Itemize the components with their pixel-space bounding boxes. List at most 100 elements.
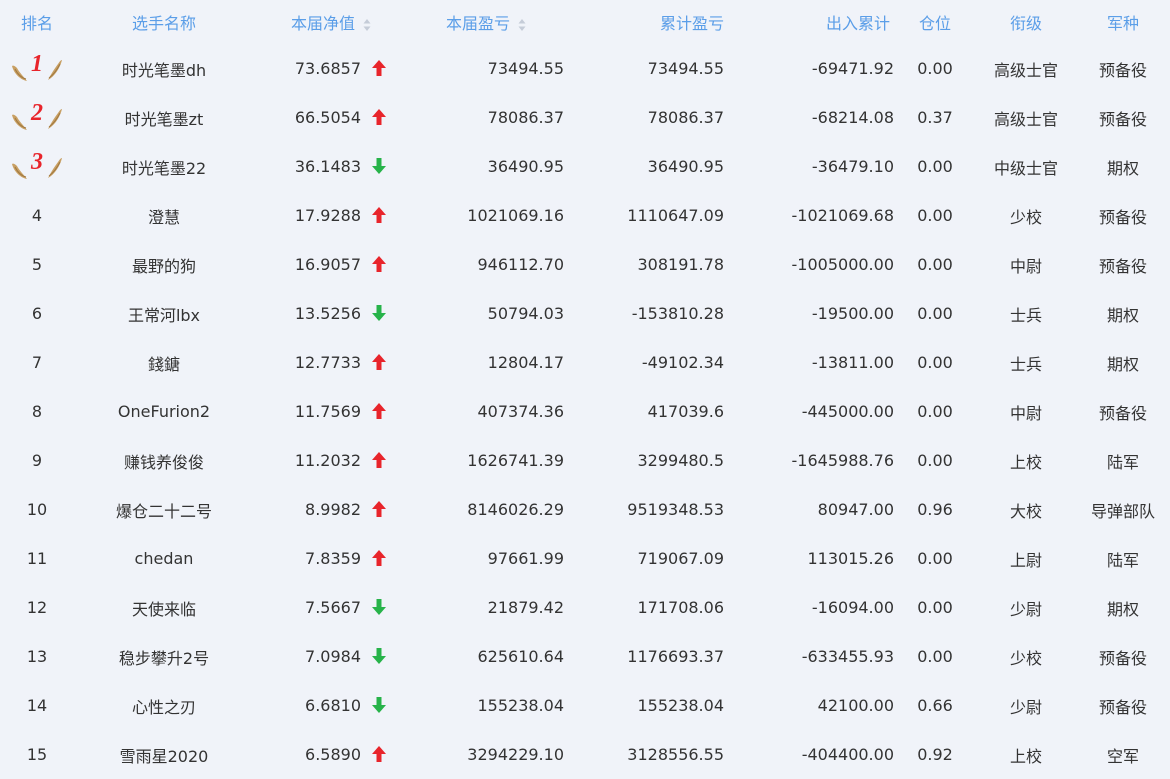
- cumulative-pnl: 417039.6: [564, 387, 724, 436]
- position: 0.00: [894, 387, 976, 436]
- player-name-text[interactable]: 澄慧: [148, 208, 180, 227]
- player-name-text[interactable]: 天使来临: [132, 600, 196, 619]
- table-row[interactable]: 6 王常河lbx 13.5256 50794.03 -153810.28 -19…: [0, 289, 1170, 338]
- grade-value: 高级士官: [993, 60, 1058, 80]
- cumulative-flow: -19500.00: [724, 289, 894, 338]
- position: 0.37: [894, 93, 976, 142]
- player-name-text[interactable]: 爆仓二十二号: [116, 502, 212, 521]
- header-net-value[interactable]: 本届净值: [254, 0, 414, 44]
- header-rank: 排名: [20, 14, 53, 33]
- player-name-text[interactable]: 时光笔墨zt: [125, 110, 204, 129]
- position-value: 0.96: [917, 500, 953, 519]
- player-name[interactable]: 最野的狗: [74, 240, 254, 289]
- player-name-text[interactable]: chedan: [135, 549, 194, 568]
- grade-value: 少尉: [1009, 599, 1042, 619]
- table-row[interactable]: 13 稳步攀升2号 7.0984 625610.64 1176693.37 -6…: [0, 632, 1170, 681]
- net-value: 13.5256: [294, 304, 361, 323]
- branch-value: 空军: [1106, 746, 1139, 766]
- player-name[interactable]: 心性之刃: [74, 681, 254, 730]
- table-row[interactable]: 15 雪雨星2020 6.5890 3294229.10 3128556.55 …: [0, 730, 1170, 779]
- cumulative-pnl: 73494.55: [564, 44, 724, 93]
- table-row[interactable]: 3 时光笔墨22 36.1483 36490.95 36490.95 -3647…: [0, 142, 1170, 191]
- grade-value: 高级士官: [993, 109, 1058, 129]
- header-current-pnl[interactable]: 本届盈亏: [414, 0, 564, 44]
- rank-number: 4: [31, 206, 43, 225]
- player-name-text[interactable]: 时光笔墨22: [122, 159, 206, 178]
- table-row[interactable]: 14 心性之刃 6.6810 155238.04 155238.04 42100…: [0, 681, 1170, 730]
- current-pnl-value: 36490.95: [487, 157, 564, 176]
- cumulative-flow: -13811.00: [724, 338, 894, 387]
- sort-icon[interactable]: [518, 18, 532, 32]
- table-row[interactable]: 8 OneFurion2 11.7569 407374.36 417039.6 …: [0, 387, 1170, 436]
- player-name[interactable]: 天使来临: [74, 583, 254, 632]
- table-row[interactable]: 12 天使来临 7.5667 21879.42 171708.06 -16094…: [0, 583, 1170, 632]
- cumulative-pnl-value: 417039.6: [647, 402, 724, 421]
- sort-icon[interactable]: [363, 18, 377, 32]
- table-row[interactable]: 4 澄慧 17.9288 1021069.16 1110647.09 -1021…: [0, 191, 1170, 240]
- player-name-text[interactable]: 赚钱养俊俊: [124, 453, 204, 472]
- current-pnl-value: 1626741.39: [467, 451, 564, 470]
- branch-value: 陆军: [1106, 452, 1139, 472]
- current-pnl-value: 1021069.16: [467, 206, 564, 225]
- grade: 少校: [976, 632, 1076, 681]
- branch: 期权: [1076, 338, 1170, 387]
- player-name[interactable]: 澄慧: [74, 191, 254, 240]
- table-row[interactable]: 11 chedan 7.8359 97661.99 719067.09 1130…: [0, 534, 1170, 583]
- player-name[interactable]: chedan: [74, 534, 254, 583]
- current-pnl-value: 78086.37: [487, 108, 564, 127]
- player-name[interactable]: 錢鎕: [74, 338, 254, 387]
- branch-value: 预备役: [1098, 256, 1147, 276]
- net-value: 7.5667: [305, 598, 361, 617]
- net-value: 6.5890: [305, 745, 361, 764]
- player-name[interactable]: 时光笔墨dh: [74, 44, 254, 93]
- net-value: 6.6810: [305, 696, 361, 715]
- player-name-text[interactable]: 稳步攀升2号: [119, 649, 209, 668]
- player-name[interactable]: 赚钱养俊俊: [74, 436, 254, 485]
- table-row[interactable]: 10 爆仓二十二号 8.9982 8146026.29 9519348.53 8…: [0, 485, 1170, 534]
- net-value-cell: 6.5890: [254, 730, 414, 779]
- player-name[interactable]: 雪雨星2020: [74, 730, 254, 779]
- cumulative-pnl: 3299480.5: [564, 436, 724, 485]
- net-value-cell: 36.1483: [254, 142, 414, 191]
- net-value: 73.6857: [294, 59, 361, 78]
- position-value: 0.66: [917, 696, 953, 715]
- cumulative-pnl-value: 3299480.5: [637, 451, 724, 470]
- position-value: 0.00: [917, 598, 953, 617]
- player-name[interactable]: 王常河lbx: [74, 289, 254, 338]
- header-position: 仓位: [918, 14, 951, 33]
- table-row[interactable]: 5 最野的狗 16.9057 946112.70 308191.78 -1005…: [0, 240, 1170, 289]
- cumulative-flow-value: -1645988.76: [791, 451, 894, 470]
- current-pnl: 3294229.10: [414, 730, 564, 779]
- player-name[interactable]: 稳步攀升2号: [74, 632, 254, 681]
- current-pnl-value: 50794.03: [487, 304, 564, 323]
- player-name[interactable]: 时光笔墨zt: [74, 93, 254, 142]
- player-name[interactable]: 爆仓二十二号: [74, 485, 254, 534]
- player-name-text[interactable]: 心性之刃: [132, 698, 196, 717]
- table-row[interactable]: 2 时光笔墨zt 66.5054 78086.37 78086.37 -6821…: [0, 93, 1170, 142]
- grade-value: 大校: [1009, 501, 1042, 521]
- player-name-text[interactable]: 时光笔墨dh: [122, 61, 206, 80]
- cumulative-flow: -69471.92: [724, 44, 894, 93]
- player-name-text[interactable]: OneFurion2: [118, 402, 210, 421]
- player-name-text[interactable]: 雪雨星2020: [120, 747, 209, 766]
- player-name-text[interactable]: 錢鎕: [148, 355, 180, 374]
- position: 0.00: [894, 534, 976, 583]
- table-row[interactable]: 1 时光笔墨dh 73.6857 73494.55 73494.55 -6947…: [0, 44, 1170, 93]
- table-row[interactable]: 7 錢鎕 12.7733 12804.17 -49102.34 -13811.0…: [0, 338, 1170, 387]
- player-name[interactable]: 时光笔墨22: [74, 142, 254, 191]
- position-value: 0.00: [917, 59, 953, 78]
- branch: 预备役: [1076, 93, 1170, 142]
- grade: 大校: [976, 485, 1076, 534]
- current-pnl: 78086.37: [414, 93, 564, 142]
- rank-cell: 5: [0, 240, 74, 289]
- cumulative-pnl-value: 9519348.53: [627, 500, 724, 519]
- current-pnl: 407374.36: [414, 387, 564, 436]
- player-name-text[interactable]: 王常河lbx: [128, 306, 200, 325]
- player-name-text[interactable]: 最野的狗: [132, 257, 196, 276]
- rank-cell: 12: [0, 583, 74, 632]
- player-name[interactable]: OneFurion2: [74, 387, 254, 436]
- table-row[interactable]: 9 赚钱养俊俊 11.2032 1626741.39 3299480.5 -16…: [0, 436, 1170, 485]
- rank-number: 15: [26, 745, 48, 764]
- branch-value: 预备役: [1098, 60, 1147, 80]
- current-pnl-value: 625610.64: [477, 647, 564, 666]
